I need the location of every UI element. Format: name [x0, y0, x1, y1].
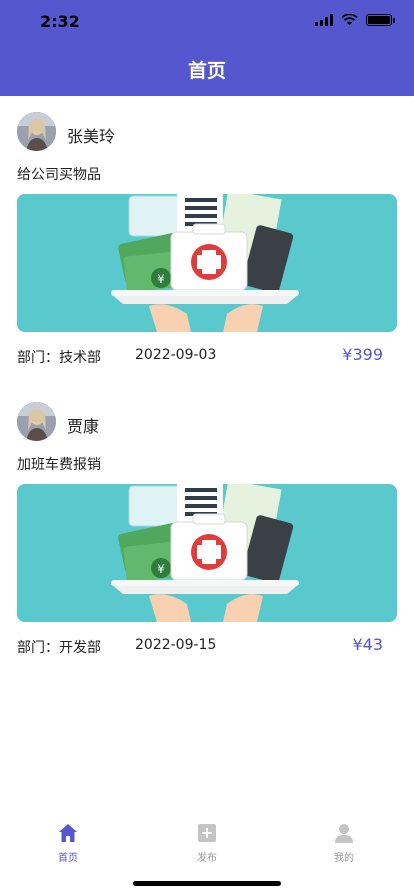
tab-home[interactable]: 首页 [28, 822, 108, 864]
avatar[interactable] [17, 112, 56, 151]
post-amount: ¥399 [342, 345, 383, 364]
post-department: 部门：开发部 [17, 640, 101, 656]
tab-home-label: 首页 [58, 853, 78, 864]
post-date: 2022-09-03 [135, 347, 217, 363]
status-bar: 2:32 [0, 0, 414, 44]
user-icon [335, 824, 353, 843]
post-date: 2022-09-15 [135, 637, 217, 653]
post-amount: ¥43 [352, 635, 383, 654]
battery-icon [366, 14, 395, 26]
wifi-icon [341, 14, 358, 26]
header-bar: 2:32 首页 [0, 0, 414, 96]
post-banner-image[interactable]: ¥ [17, 484, 397, 622]
page-title: 首页 [187, 60, 226, 82]
svg-text:¥: ¥ [157, 562, 165, 576]
post-banner-image[interactable]: ¥ [17, 194, 397, 332]
tab-mine-label: 我的 [334, 853, 354, 864]
home-indicator[interactable] [133, 881, 281, 886]
home-icon [59, 824, 77, 842]
tab-publish[interactable]: 发布 [167, 822, 247, 864]
post-title: 给公司买物品 [17, 167, 101, 183]
post-username: 贾康 [67, 417, 100, 436]
status-time: 2:32 [40, 12, 80, 31]
post-username: 张美玲 [67, 127, 116, 146]
post-card[interactable]: 贾康 加班车费报销 ¥ 部门：开发部 2022-09-15 ¥43 [0, 386, 414, 676]
expense-feed: 张美玲 给公司买物品 ¥ 部门：技术部 2022-09-03 ¥399 贾康 加… [0, 96, 414, 676]
post-card[interactable]: 张美玲 给公司买物品 ¥ 部门：技术部 2022-09-03 ¥399 [0, 96, 414, 386]
post-title: 加班车费报销 [17, 457, 101, 473]
post-department: 部门：技术部 [17, 350, 101, 366]
plus-square-icon [198, 824, 216, 842]
avatar[interactable] [17, 402, 56, 441]
tab-publish-label: 发布 [197, 853, 217, 864]
tab-mine[interactable]: 我的 [304, 822, 384, 864]
svg-text:¥: ¥ [157, 272, 165, 286]
cellular-signal-icon [315, 14, 333, 26]
